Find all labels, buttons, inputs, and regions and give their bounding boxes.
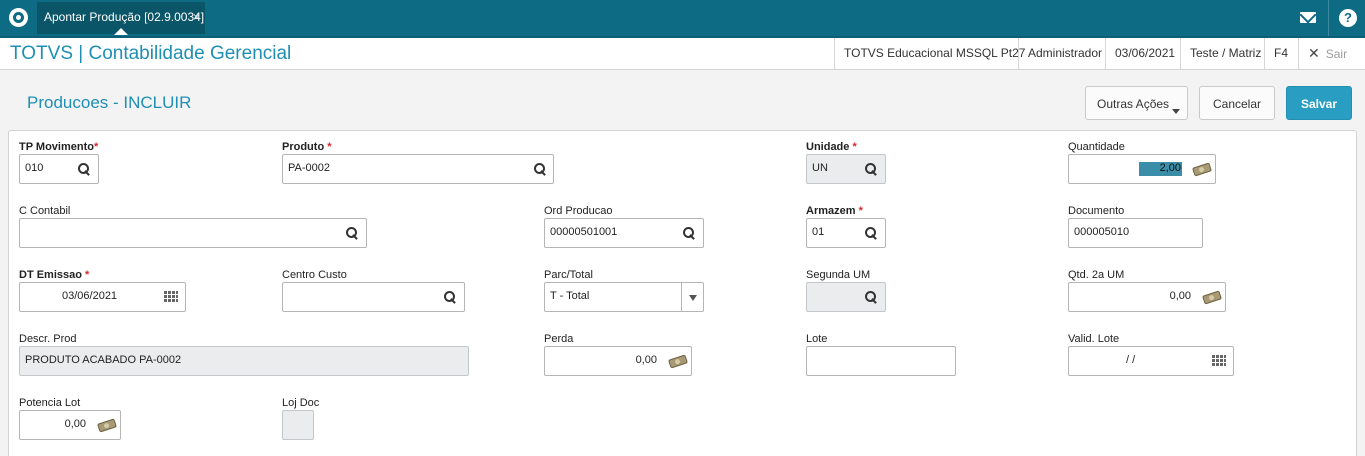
money-icon[interactable]	[1202, 290, 1222, 305]
search-icon[interactable]	[534, 163, 547, 176]
totvs-logo-icon[interactable]	[9, 8, 28, 27]
armazem-label: Armazem *	[806, 205, 863, 217]
loj-doc-label: Loj Doc	[282, 397, 320, 409]
environment-info: TOTVS Educacional MSSQL Pt27	[834, 38, 1025, 69]
divider	[681, 283, 682, 311]
search-icon[interactable]	[865, 163, 878, 176]
produto-input[interactable]: PA-0002	[282, 154, 554, 184]
centro-custo-label: Centro Custo	[282, 269, 347, 281]
loj-doc-input[interactable]	[282, 410, 314, 440]
close-icon[interactable]: ×	[193, 2, 200, 32]
chevron-down-icon[interactable]	[689, 295, 697, 301]
potencia-lot-input[interactable]: 0,00	[19, 410, 121, 440]
lote-input[interactable]	[806, 346, 956, 376]
potencia-lot-label: Potencia Lot	[19, 397, 81, 409]
money-icon[interactable]	[97, 418, 117, 433]
search-icon[interactable]	[683, 227, 696, 240]
c-contabil-label: C Contabil	[19, 205, 71, 217]
save-button[interactable]: Salvar	[1286, 86, 1352, 120]
descr-prod-label: Descr. Prod	[19, 333, 77, 345]
produto-label: Produto *	[282, 141, 332, 153]
armazem-input[interactable]: 01	[806, 218, 886, 248]
mail-icon[interactable]	[1300, 12, 1316, 23]
calendar-icon[interactable]	[164, 291, 178, 304]
calendar-icon[interactable]	[1212, 355, 1226, 368]
documento-label: Documento	[1068, 205, 1125, 217]
close-icon: ✕	[1308, 45, 1320, 61]
search-icon[interactable]	[865, 227, 878, 240]
branch-info[interactable]: Teste / Matriz	[1180, 38, 1263, 69]
app-header: TOTVS | Contabilidade Gerencial TOTVS Ed…	[0, 36, 1365, 70]
descr-prod-input[interactable]: PRODUTO ACABADO PA-0002	[19, 346, 469, 376]
ord-producao-input[interactable]: 00000501001	[544, 218, 704, 248]
app-title: TOTVS | Contabilidade Gerencial	[10, 43, 292, 64]
quantidade-label: Quantidade	[1068, 141, 1125, 153]
search-icon[interactable]	[444, 291, 457, 304]
parc-total-select[interactable]: T - Total	[544, 282, 704, 312]
tab-label: Apontar Produção [02.9.0034]	[44, 10, 205, 24]
page-title: Producoes - INCLUIR	[27, 93, 192, 112]
user-info: Administrador	[1018, 38, 1105, 69]
search-icon[interactable]	[78, 163, 91, 176]
lote-label: Lote	[806, 333, 828, 345]
quantidade-input[interactable]: 2,00	[1068, 154, 1216, 184]
chevron-down-icon	[1172, 109, 1180, 114]
cancel-button[interactable]: Cancelar	[1199, 86, 1275, 120]
money-icon[interactable]	[1192, 162, 1212, 177]
date-info: 03/06/2021	[1105, 38, 1179, 69]
unidade-input[interactable]: UN	[806, 154, 886, 184]
tab-pointer	[114, 28, 128, 35]
search-icon[interactable]	[865, 291, 878, 304]
dt-emissao-input[interactable]: 03/06/2021	[19, 282, 186, 312]
perda-input[interactable]: 0,00	[544, 346, 692, 376]
more-actions-button[interactable]: Outras Ações	[1085, 86, 1188, 120]
centro-custo-input[interactable]	[282, 282, 465, 312]
valid-lote-input[interactable]: / /	[1068, 346, 1234, 376]
search-icon[interactable]	[346, 227, 359, 240]
segunda-um-label: Segunda UM	[806, 269, 871, 281]
qtd-2a-um-label: Qtd. 2a UM	[1068, 269, 1125, 281]
money-icon[interactable]	[668, 354, 688, 369]
qtd-2a-um-input[interactable]: 0,00	[1068, 282, 1226, 312]
documento-input[interactable]: 000005010	[1068, 218, 1203, 248]
tp-movimento-input[interactable]: 010	[19, 154, 99, 184]
exit-label: Sair	[1325, 47, 1348, 61]
tp-movimento-label: TP Movimento*	[19, 141, 99, 153]
unidade-label: Unidade *	[806, 141, 857, 153]
form-panel: TP Movimento* 010 Produto * PA-0002 Unid…	[8, 130, 1357, 456]
parc-total-label: Parc/Total	[544, 269, 593, 281]
exit-button[interactable]: ✕ Sair	[1298, 38, 1365, 69]
c-contabil-input[interactable]	[19, 218, 367, 248]
more-actions-label: Outras Ações	[1097, 97, 1170, 111]
top-bar: Apontar Produção [02.9.0034] × ?	[0, 0, 1365, 36]
divider	[1328, 0, 1329, 36]
perda-label: Perda	[544, 333, 574, 345]
ord-producao-label: Ord Producao	[544, 205, 613, 217]
segunda-um-input[interactable]	[806, 282, 886, 312]
selected-text: 2,00	[1139, 162, 1182, 176]
valid-lote-label: Valid. Lote	[1068, 333, 1120, 345]
dt-emissao-label: DT Emissao *	[19, 269, 90, 281]
help-icon[interactable]: ?	[1339, 9, 1357, 27]
shortcut-f4[interactable]: F4	[1264, 38, 1297, 69]
page-bar: Producoes - INCLUIR Outras Ações Cancela…	[0, 71, 1365, 130]
